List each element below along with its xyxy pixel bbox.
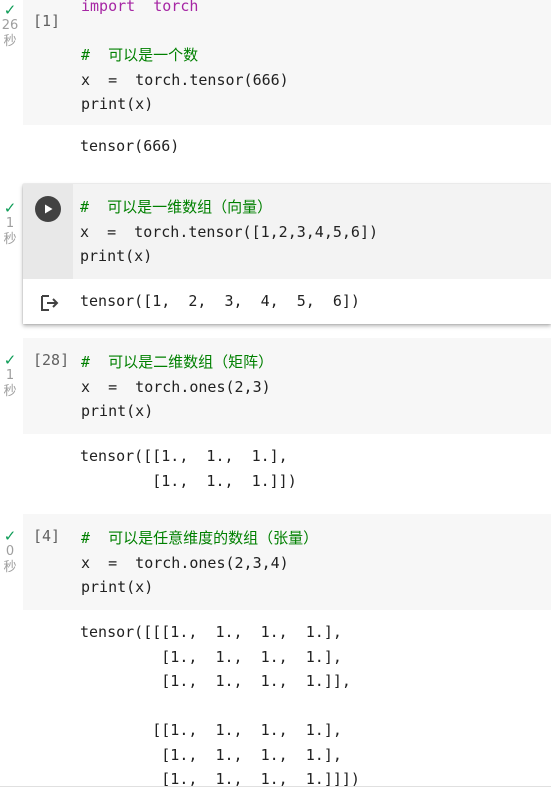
code-comment: # 可以是一个数 (81, 46, 199, 64)
checkmark-icon: ✓ (3, 351, 17, 369)
output-line: [1., 1., 1.]]) (80, 471, 297, 490)
import-keyword: import torch (81, 0, 199, 15)
code-cell-2[interactable]: ✓ 1 秒 # 可以是一维数组（向量） x = torch.tensor([1,… (0, 184, 551, 324)
code-editor[interactable]: # 可以是二维数组（矩阵） x = torch.ones(2,3) print(… (81, 350, 273, 424)
code-comment: # 可以是一维数组（向量） (80, 198, 273, 216)
output-line: tensor([[1., 1., 1.], (80, 447, 288, 465)
cell-input[interactable]: [28] # 可以是二维数组（矩阵） x = torch.ones(2,3) p… (23, 338, 551, 434)
code-line: print(x) (81, 402, 154, 420)
output-line: [[1., 1., 1., 1.], (80, 721, 342, 739)
exec-time: 1 (5, 368, 15, 383)
code-line: import torch (81, 0, 198, 15)
code-line: x = torch.ones(2,3,4) (81, 553, 289, 572)
code-comment: # 可以是二维数组（矩阵） (81, 353, 274, 371)
exec-time: 1 (5, 216, 15, 231)
code-editor[interactable]: import torch # 可以是一个数 x = torch.tensor(6… (81, 0, 289, 117)
code-cell-4[interactable]: ✓ 0 秒 [4] # 可以是任意维度的数组（张量） x = torch.one… (0, 514, 551, 788)
code-line: print(x) (81, 578, 154, 596)
code-line: print(x) (80, 247, 153, 265)
output-line: [1., 1., 1., 1.]], (80, 672, 351, 690)
checkmark-icon: ✓ (3, 199, 17, 217)
cell-output: tensor([[[1., 1., 1., 1.], [1., 1., 1., … (80, 620, 360, 792)
code-line: x = torch.ones(2,3) (81, 377, 271, 396)
checkmark-icon: ✓ (3, 527, 17, 545)
code-comment: # 可以是任意维度的数组（张量） (81, 529, 319, 547)
code-cell-1[interactable]: ✓ 26 秒 [1] import torch # 可以是一个数 x = tor… (0, 0, 551, 180)
code-line: x = torch.tensor([1,2,3,4,5,6]) (80, 222, 379, 241)
output-line: [1., 1., 1., 1.], (80, 745, 342, 764)
execution-count: [1] (33, 12, 61, 30)
output-line: tensor(666) (80, 137, 180, 155)
checkmark-icon: ✓ (3, 1, 17, 19)
exec-time-unit: 秒 (3, 232, 17, 247)
output-line: tensor([1, 2, 3, 4, 5, 6]) (80, 292, 360, 310)
cell-input[interactable]: [4] # 可以是任意维度的数组（张量） x = torch.ones(2,3,… (23, 514, 551, 610)
code-cell-3[interactable]: ✓ 1 秒 [28] # 可以是二维数组（矩阵） x = torch.ones(… (0, 338, 551, 498)
code-line: print(x) (81, 95, 154, 113)
code-editor[interactable]: # 可以是任意维度的数组（张量） x = torch.ones(2,3,4) p… (81, 526, 318, 600)
exec-time: 26 (1, 18, 19, 33)
cell-output: tensor([1, 2, 3, 4, 5, 6]) (80, 289, 360, 314)
exec-time-unit: 秒 (3, 384, 17, 399)
exec-time: 0 (5, 544, 15, 559)
code-line: x = torch.tensor(666) (81, 70, 289, 89)
code-editor[interactable]: # 可以是一维数组（向量） x = torch.tensor([1,2,3,4,… (80, 195, 378, 269)
output-line: tensor([[[1., 1., 1., 1.], (80, 623, 342, 641)
cell-output: tensor([[1., 1., 1.], [1., 1., 1.]]) (80, 444, 297, 493)
output-line: [1., 1., 1., 1.], (80, 647, 342, 666)
run-cell-button[interactable] (35, 196, 61, 222)
execution-count: [4] (33, 527, 61, 545)
play-icon (45, 204, 53, 214)
cell-status: ✓ 1 秒 (0, 200, 20, 248)
cell-status: ✓ 1 秒 (0, 352, 20, 400)
cell-output: tensor(666) (80, 134, 179, 159)
exec-time-unit: 秒 (3, 560, 17, 575)
execution-count: [28] (33, 351, 70, 369)
output-redirect-icon[interactable] (40, 294, 60, 312)
bottom-divider (0, 786, 551, 787)
exec-time-unit: 秒 (3, 34, 17, 49)
cell-status: ✓ 0 秒 (0, 528, 20, 576)
cell-status: ✓ 26 秒 (0, 2, 20, 50)
cell-input[interactable]: [1] import torch # 可以是一个数 x = torch.tens… (23, 0, 551, 125)
